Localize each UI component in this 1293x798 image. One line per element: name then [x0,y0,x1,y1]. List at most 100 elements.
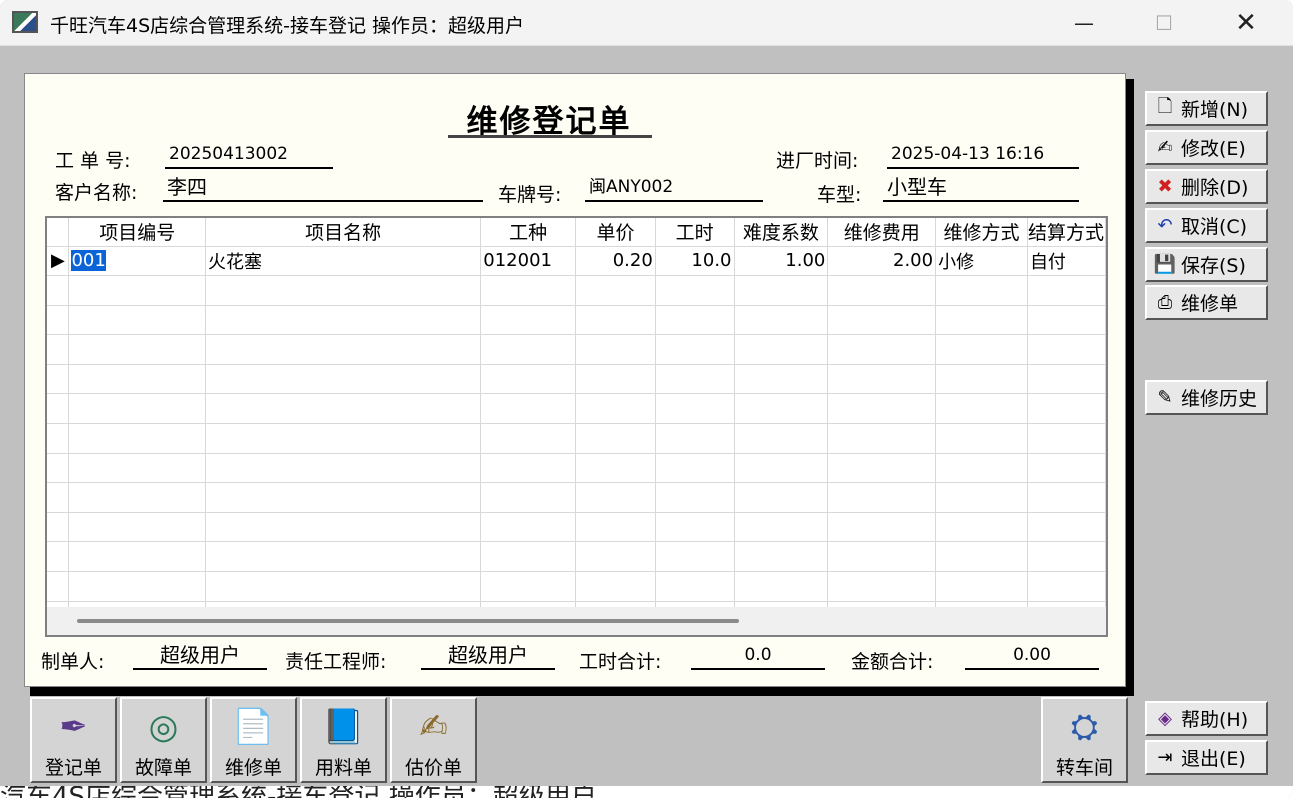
repair-history-button[interactable]: ✎ 维修历史 [1145,380,1268,415]
order-no-label: 工 单 号: [55,150,131,172]
cell-price[interactable]: 0.20 [575,246,656,277]
col-code[interactable]: 项目编号 [68,218,206,247]
repair-items-grid[interactable]: 项目编号 项目名称 工种 单价 工时 难度系数 维修费用 维修方式 结算方式 ▶ [45,216,1108,637]
table-row-empty [47,571,1106,602]
delete-button-label: 删除(D) [1181,177,1249,199]
undo-icon: ↶ [1157,215,1173,236]
exit-button-label: 退出(E) [1181,748,1246,770]
estimate-pen-icon: ✍ [419,707,448,747]
col-difficulty[interactable]: 难度系数 [734,218,829,247]
table-row-empty [47,453,1106,484]
help-book-icon: ◈ [1158,708,1172,729]
grid-header-row: 项目编号 项目名称 工种 单价 工时 难度系数 维修费用 维修方式 结算方式 [47,218,1106,247]
exit-door-icon: ⇥ [1157,747,1173,768]
horizontal-scrollbar[interactable] [47,607,1106,635]
table-row-empty [47,482,1106,513]
save-button-label: 保存(S) [1181,255,1246,277]
engineer-label: 责任工程师: [285,651,387,673]
help-button-label: 帮助(H) [1181,709,1249,731]
customer-label: 客户名称: [55,182,138,204]
cell-code-text: 001 [71,250,106,272]
col-price[interactable]: 单价 [575,218,656,247]
row-indicator: ▶ [47,246,70,277]
workshop-transfer-button[interactable]: ⛭ 转车间 [1041,697,1128,783]
material-form-button[interactable]: 📘 用料单 [300,697,387,783]
estimate-form-button[interactable]: ✍ 估价单 [390,697,477,783]
exit-button[interactable]: ⇥ 退出(E) [1145,740,1268,775]
repair-form-button[interactable]: 📄 维修单 [210,697,297,783]
register-form-button[interactable]: ✒ 登记单 [30,697,117,783]
table-row-empty [47,364,1106,395]
edit-button[interactable]: ✍ 修改(E) [1145,130,1268,165]
window-title: 千旺汽车4S店综合管理系统-接车登记 操作员：超级用户 [50,15,525,37]
help-button[interactable]: ◈ 帮助(H) [1145,701,1268,736]
car-type-field[interactable]: 小型车 [883,175,1079,202]
col-hours[interactable]: 工时 [655,218,735,247]
table-row[interactable]: ▶ 001 火花塞 012001 0.20 10.0 1.00 2.00 小修 … [47,246,1106,277]
cell-name[interactable]: 火花塞 [205,246,482,277]
cell-code[interactable]: 001 [68,246,206,277]
workshop-transfer-label: 转车间 [1055,757,1113,779]
edit-button-label: 修改(E) [1181,138,1246,160]
plate-field[interactable]: 闽ANY002 [585,175,763,202]
plate-label: 车牌号: [498,184,562,206]
scrollbar-thumb[interactable] [77,619,739,623]
items-table: 项目编号 项目名称 工种 单价 工时 难度系数 维修费用 维修方式 结算方式 ▶ [47,218,1106,632]
repair-order-button[interactable]: ⎙ 维修单 [1145,285,1268,320]
maker-field[interactable]: 超级用户 [133,643,267,670]
title-bar: 千旺汽车4S店综合管理系统-接车登记 操作员：超级用户 — ☐ ✕ [0,0,1293,46]
new-button[interactable]: 🗋 新增(N) [1145,91,1268,126]
new-button-label: 新增(N) [1181,99,1249,121]
engineer-field[interactable]: 超级用户 [421,643,555,670]
fault-form-button[interactable]: ◎ 故障单 [120,697,207,783]
entry-time-label: 进厂时间: [776,150,859,172]
car-type-label: 车型: [817,184,862,206]
table-row-empty [47,275,1106,306]
cell-fee[interactable]: 2.00 [827,246,937,277]
hours-total-field: 0.0 [691,643,825,670]
repair-order-button-label: 维修单 [1181,293,1239,315]
background-title: 汽车4S店综合管理系统-接车登记 操作员：超级用户 [0,786,597,798]
repair-register-form: 维修登记单 工 单 号: 20250413002 进厂时间: 2025-04-1… [24,73,1126,687]
col-name[interactable]: 项目名称 [205,218,482,247]
table-row-empty [47,334,1106,365]
repair-history-button-label: 维修历史 [1181,388,1258,410]
app-icon [12,11,38,33]
cell-settle[interactable]: 自付 [1027,246,1106,277]
entry-time-field[interactable]: 2025-04-13 16:16 [887,142,1079,169]
amount-total-field: 0.00 [965,643,1099,670]
save-button[interactable]: 💾 保存(S) [1145,247,1268,282]
table-row-empty [47,423,1106,454]
col-repair-mode[interactable]: 维修方式 [935,218,1028,247]
fault-form-label: 故障单 [134,757,192,779]
order-no-field[interactable]: 20250413002 [165,142,333,169]
register-form-label: 登记单 [44,757,102,779]
title-underline [448,135,652,138]
cell-hours[interactable]: 10.0 [655,246,735,277]
material-book-icon: 📘 [322,707,365,747]
cell-difficulty[interactable]: 1.00 [734,246,829,277]
col-indicator [47,218,70,247]
close-button[interactable]: ✕ [1206,0,1286,46]
col-fee[interactable]: 维修费用 [827,218,937,247]
cell-work-type[interactable]: 012001 [480,246,577,277]
maximize-button[interactable]: ☐ [1124,0,1204,46]
table-row-empty [47,393,1106,425]
history-edit-icon: ✎ [1157,387,1173,408]
repair-form-label: 维修单 [224,757,282,779]
minimize-button[interactable]: — [1044,0,1124,46]
customer-field[interactable]: 李四 [163,175,483,202]
cancel-button[interactable]: ↶ 取消(C) [1145,208,1268,243]
hours-total-label: 工时合计: [579,651,662,673]
table-row-empty [47,305,1106,336]
amount-total-label: 金额合计: [851,651,934,673]
app-window: 千旺汽车4S店综合管理系统-接车登记 操作员：超级用户 — ☐ ✕ 维修登记单 … [0,0,1293,798]
col-settle[interactable]: 结算方式 [1027,218,1106,247]
table-row-empty [47,541,1106,573]
delete-button[interactable]: ✖ 删除(D) [1145,169,1268,204]
material-form-label: 用料单 [314,757,372,779]
col-work-type[interactable]: 工种 [480,218,577,247]
register-pen-icon: ✒ [59,707,88,747]
cell-repair-mode[interactable]: 小修 [935,246,1028,277]
save-disk-icon: 💾 [1153,254,1177,275]
